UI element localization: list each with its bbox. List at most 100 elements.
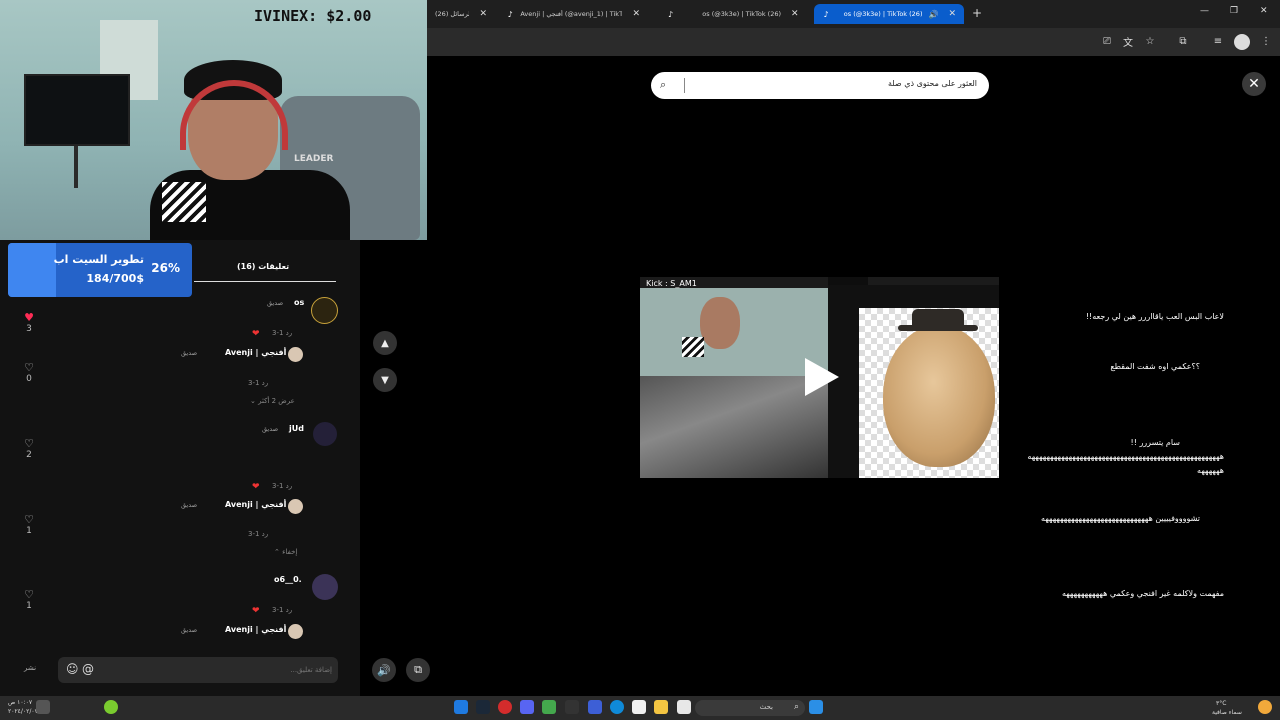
close-window-icon[interactable]: ✕: [1260, 6, 1268, 16]
tray-app-icon[interactable]: [104, 700, 118, 714]
file-explorer-icon[interactable]: [654, 700, 668, 714]
weather-icon[interactable]: [1258, 700, 1272, 714]
goal-title: تطوير السيت اب: [53, 253, 144, 266]
video-microphone: [682, 337, 704, 357]
like-count: 2: [26, 450, 32, 460]
browser-tab-os[interactable]: ♪ os (@3k3e) | TikTok (26) ✕: [658, 4, 808, 24]
tab-comments[interactable]: (16) تعليقات: [237, 262, 289, 271]
comment-text: ؟؟عكمي اوه شفت المقطع: [1110, 362, 1200, 371]
terminal-icon[interactable]: [565, 700, 579, 714]
video-overlay-label: Kick : S_AM1: [646, 279, 697, 288]
friend-badge: صديق: [181, 349, 198, 357]
pip-button[interactable]: ⧉: [406, 658, 430, 682]
extensions-icon[interactable]: ⧉: [1176, 34, 1190, 48]
maximize-icon[interactable]: ❐: [1230, 6, 1238, 16]
like-button[interactable]: ♡ 1: [19, 514, 39, 537]
mention-icon[interactable]: @: [82, 662, 94, 676]
windows-start-icon[interactable]: [809, 700, 823, 714]
comment-author[interactable]: o6__0.: [274, 575, 302, 584]
comment-author[interactable]: os: [294, 298, 304, 307]
play-icon[interactable]: [805, 358, 839, 396]
app-icon[interactable]: [498, 700, 512, 714]
comment-meta[interactable]: 3-1 رد: [248, 379, 268, 387]
search-text: العثور على محتوى ذي صلة: [887, 79, 977, 88]
close-video-button[interactable]: ✕: [1242, 72, 1266, 96]
avatar[interactable]: [313, 422, 337, 446]
egg-character-image: [883, 325, 995, 467]
related-search-bar[interactable]: ⌕ العثور على محتوى ذي صلة: [651, 72, 989, 99]
notification-icon[interactable]: [36, 700, 50, 714]
speaker-icon[interactable]: 🔊: [928, 10, 938, 19]
like-button[interactable]: ♥ 3: [19, 312, 39, 335]
comment-meta[interactable]: 3-1 رد: [248, 530, 268, 538]
close-tab-icon[interactable]: ✕: [948, 9, 956, 19]
chevron-up-icon: ⌃: [274, 548, 280, 556]
search-icon: ⌕: [660, 78, 667, 91]
volume-button[interactable]: 🔊: [372, 658, 396, 682]
like-count: 1: [26, 601, 32, 611]
reading-list-icon[interactable]: ≡: [1211, 34, 1225, 48]
avatar[interactable]: [288, 624, 303, 639]
share-label[interactable]: نشر: [24, 664, 36, 672]
app-icon[interactable]: [542, 700, 556, 714]
close-tab-icon[interactable]: ✕: [479, 9, 487, 19]
friend-badge: صديق: [267, 299, 284, 307]
close-tab-icon[interactable]: ✕: [632, 9, 640, 19]
close-tab-icon[interactable]: ✕: [791, 9, 799, 19]
screen: تيك توك | الرسائل (26) ✕ ♪ Avenji | أفنج…: [0, 0, 1280, 720]
comment-author[interactable]: Avenji | أفنجي: [225, 348, 286, 357]
browser-tab-avenji[interactable]: ♪ Avenji | أفنجي (@avenji_1) | TikTok (2…: [498, 4, 648, 24]
taskbar-date: ٢٠٢٤/٠٢/٠٧: [8, 708, 38, 715]
comment-author[interactable]: jUd: [289, 424, 304, 433]
bookmark-star-icon[interactable]: ☆: [1143, 34, 1157, 48]
discord-icon[interactable]: [520, 700, 534, 714]
comment-input[interactable]: [102, 661, 332, 679]
like-button[interactable]: ♡ 1: [19, 589, 39, 612]
hide-label: إخفاء: [282, 548, 298, 556]
next-video-button[interactable]: ▼: [373, 368, 397, 392]
comment-text: لاعاب البس العب ياقااررر هين لي رجعه!!: [1085, 312, 1224, 321]
avatar[interactable]: [312, 574, 338, 600]
edge-icon[interactable]: [610, 700, 624, 714]
tv-stand: [74, 146, 78, 188]
comment-meta[interactable]: 3-1 رد: [272, 606, 292, 614]
chrome-icon[interactable]: [454, 700, 468, 714]
taskbar-search[interactable]: بحث ⌕: [695, 700, 805, 716]
steam-icon[interactable]: [476, 700, 490, 714]
browser-tab-os-active[interactable]: ♪ os (@3k3e) | TikTok (26) 🔊 ✕: [814, 4, 964, 24]
comments-panel: [0, 240, 360, 696]
new-tab-button[interactable]: +: [972, 6, 982, 20]
minimize-icon[interactable]: —: [1200, 6, 1209, 16]
browser-tab-messages[interactable]: تيك توك | الرسائل (26) ✕: [427, 4, 495, 24]
comment-author[interactable]: Avenji | أفنجي: [225, 500, 286, 509]
chevron-up-icon: ▲: [381, 337, 389, 349]
menu-dots-icon[interactable]: ⋮: [1259, 34, 1273, 48]
previous-video-button[interactable]: ▲: [373, 331, 397, 355]
app-icon[interactable]: [588, 700, 602, 714]
cast-icon[interactable]: ⎚: [1100, 34, 1114, 48]
comment-input-box: [58, 657, 338, 683]
translate-icon[interactable]: 文: [1121, 34, 1135, 49]
app-icon[interactable]: [677, 700, 691, 714]
comment-author[interactable]: Avenji | أفنجي: [225, 625, 286, 634]
chair-brand-text: LEADER: [294, 154, 334, 164]
hide-replies[interactable]: ⌃ إخفاء: [274, 548, 297, 556]
avatar[interactable]: [311, 297, 338, 324]
friend-badge: صديق: [181, 626, 198, 634]
like-button[interactable]: ♡ 0: [19, 362, 39, 385]
store-icon[interactable]: [632, 700, 646, 714]
chevron-down-icon: ▼: [381, 374, 389, 386]
comment-meta[interactable]: 3-1 رد: [272, 482, 292, 490]
view-more-replies[interactable]: ⌄ عرض 2 أكثر: [250, 397, 295, 405]
chevron-down-icon: ⌄: [250, 397, 256, 405]
tab-label: os (@3k3e) | TikTok (26): [843, 10, 923, 18]
tiktok-icon: ♪: [667, 9, 674, 19]
friend-badge: صديق: [262, 425, 279, 433]
comment-meta[interactable]: 3-1 رد: [272, 329, 292, 337]
avatar[interactable]: [288, 499, 303, 514]
like-button[interactable]: ♡ 2: [19, 438, 39, 461]
profile-avatar[interactable]: [1234, 34, 1250, 50]
avatar[interactable]: [288, 347, 303, 362]
video-game-scene: [640, 376, 828, 478]
emoji-icon[interactable]: ☺: [66, 662, 79, 676]
